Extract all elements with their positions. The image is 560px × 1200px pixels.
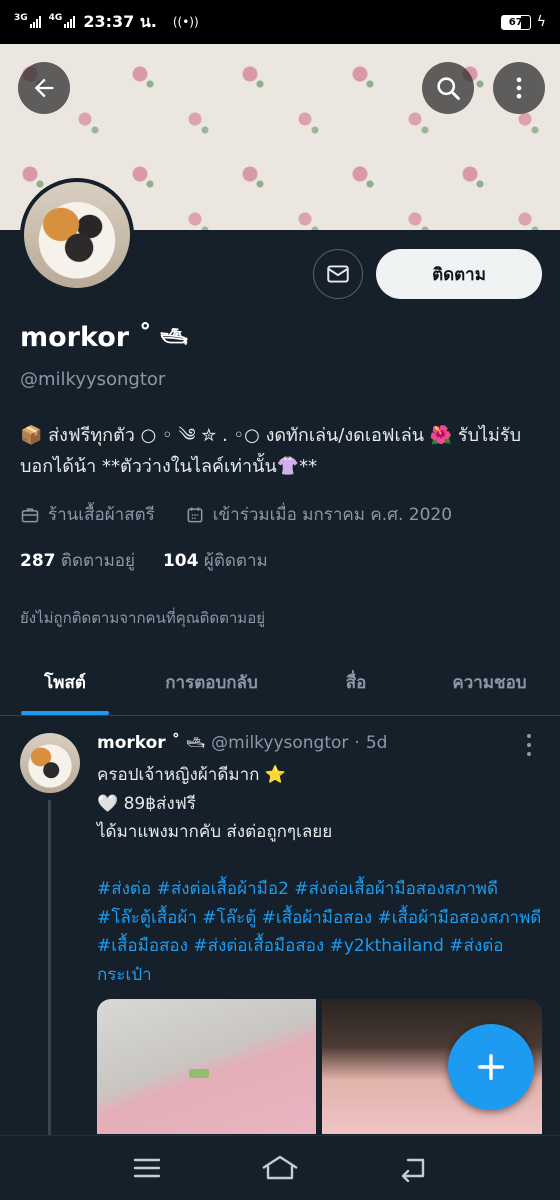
tweet-dot: ·	[354, 733, 360, 753]
menu-icon	[133, 1158, 160, 1178]
profile-category: ร้านเสื้อผ้าสตรี	[48, 505, 155, 525]
profile-bio: 📦 ส่งฟรีทุกตัว ○ ◦ ༄ ✮ . ◦○ งดทักเล่น/งด…	[20, 425, 522, 477]
network-type-1: 3G	[14, 13, 28, 23]
charging-icon: ϟ	[536, 14, 546, 30]
battery-icon: 67	[500, 14, 531, 30]
tweet-more-button[interactable]	[520, 734, 538, 756]
tab-likes[interactable]: ความชอบ	[419, 650, 560, 715]
profile-meta: ร้านเสื้อผ้าสตรี เข้าร่วมเมื่อ มกราคม ค.…	[20, 501, 452, 528]
profile-name-text: morkor ˚	[20, 322, 152, 353]
thread-line	[48, 800, 51, 1140]
hotspot-icon: ((•))	[172, 15, 199, 29]
search-button[interactable]	[422, 62, 474, 114]
menu-button[interactable]	[127, 1148, 167, 1188]
boat-emoji: 🛥	[160, 325, 188, 350]
back-system-button[interactable]	[393, 1148, 433, 1188]
follow-button[interactable]: ติดตาม	[376, 249, 542, 299]
tab-replies[interactable]: การตอบกลับ	[130, 650, 293, 715]
more-options-button[interactable]	[493, 62, 545, 114]
calendar-icon	[187, 507, 203, 522]
tweet-line-2: 🤍 89฿ส่งฟรี	[97, 793, 196, 814]
tweet-timestamp[interactable]: 5d	[366, 733, 388, 753]
back-icon	[402, 1158, 425, 1182]
profile-tabs: โพสต์ การตอบกลับ สื่อ ความชอบ	[0, 650, 560, 716]
tweet-author-avatar[interactable]	[20, 733, 80, 793]
status-bar: 3G 4G 23:37 น. ((•)) 67 ϟ	[0, 0, 560, 44]
tweet-author-handle[interactable]: @milkyysongtor	[211, 733, 348, 753]
tweet-line-3: ได้มาแพงมากคับ ส่งต่อถูกๆเลยย	[97, 822, 333, 842]
tweet-header: morkor ˚ 🛥 @milkyysongtor · 5d	[97, 733, 387, 753]
message-button[interactable]	[313, 249, 363, 299]
more-vertical-icon	[516, 77, 522, 99]
back-arrow-icon	[34, 78, 54, 98]
signal-icon	[29, 16, 41, 28]
home-button[interactable]	[260, 1148, 300, 1188]
profile-name: morkor ˚ 🛥	[20, 322, 188, 353]
tweet-line-1: ครอปเจ้าหญิงผ้าดีมาก ⭐	[97, 765, 286, 785]
profile-joined-date: เข้าร่วมเมื่อ มกราคม ค.ศ. 2020	[212, 505, 453, 525]
tab-posts[interactable]: โพสต์	[0, 650, 130, 715]
tweet-author-name[interactable]: morkor ˚	[97, 733, 180, 753]
tab-media[interactable]: สื่อ	[293, 650, 419, 715]
system-nav-bar	[0, 1135, 560, 1200]
followers-label: ผู้ติดตาม	[203, 551, 268, 571]
following-link[interactable]: 287 ติดตามอยู่	[20, 547, 135, 574]
following-label: ติดตามอยู่	[60, 551, 135, 571]
boat-emoji-small: 🛥	[186, 734, 206, 752]
followers-link[interactable]: 104 ผู้ติดตาม	[163, 547, 268, 574]
plus-icon	[477, 1053, 505, 1081]
briefcase-icon	[21, 507, 39, 522]
signal-icon-2	[64, 16, 76, 28]
profile-avatar[interactable]	[20, 178, 134, 292]
not-followed-note: ยังไม่ถูกติดตามจากคนที่คุณติดตามอยู่	[20, 609, 265, 627]
tweet-hashtags[interactable]: #ส่งต่อ #ส่งต่อเสื้อผ้ามือ2 #ส่งต่อเสื้อ…	[97, 875, 542, 989]
followers-count: 104	[162, 551, 199, 571]
back-button[interactable]	[18, 62, 70, 114]
compose-button[interactable]	[448, 1024, 534, 1110]
network-type-2: 4G	[48, 13, 63, 23]
following-count: 287	[20, 551, 56, 571]
home-icon	[262, 1155, 298, 1180]
envelope-icon	[327, 265, 349, 283]
tweet-text: ครอปเจ้าหญิงผ้าดีมาก ⭐ 🤍 89฿ส่งฟรี ได้มา…	[97, 761, 542, 989]
search-icon	[437, 77, 460, 100]
follow-counts: 287 ติดตามอยู่ 104 ผู้ติดตาม	[20, 547, 268, 574]
clock: 23:37 น.	[83, 11, 157, 31]
tweet-image-1[interactable]	[97, 999, 316, 1134]
profile-handle: @milkyysongtor	[20, 369, 166, 390]
